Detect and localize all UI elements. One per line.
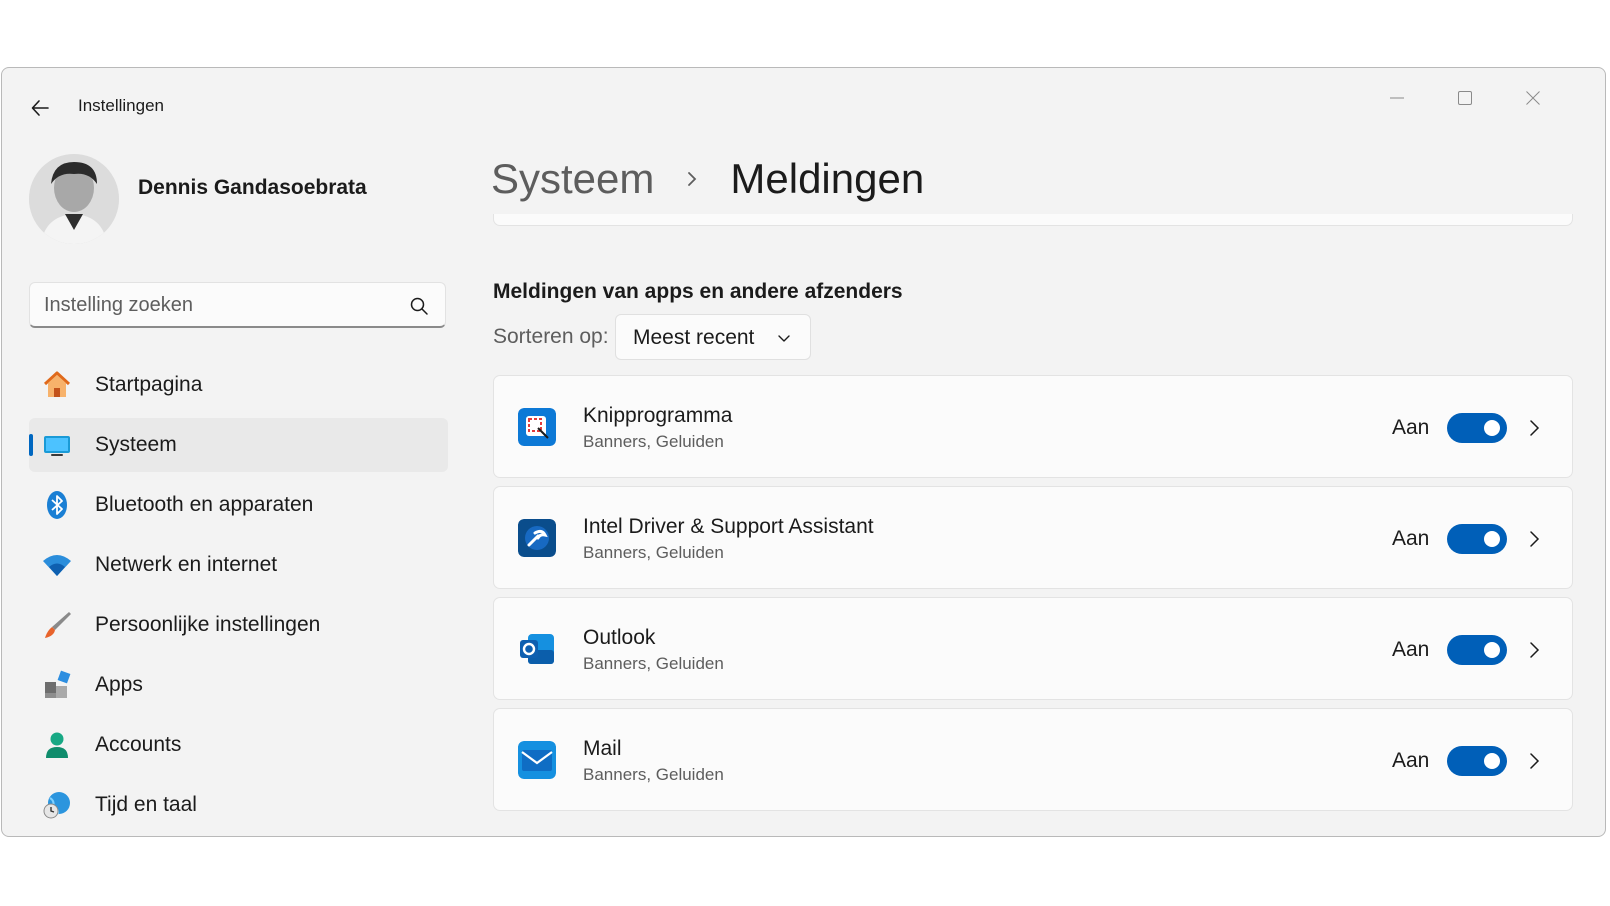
back-button[interactable] — [24, 92, 56, 124]
toggle-knob — [1484, 531, 1500, 547]
breadcrumb-parent[interactable]: Systeem — [491, 155, 654, 203]
chevron-right-icon[interactable] — [1524, 529, 1544, 549]
chevron-right-icon[interactable] — [1524, 751, 1544, 771]
sidebar-item-accounts[interactable]: Accounts — [29, 718, 448, 772]
settings-window: Instellingen Dennis Gandasoebrata Instel… — [1, 67, 1606, 837]
search-icon[interactable] — [409, 296, 429, 316]
chevron-right-icon[interactable] — [1524, 640, 1544, 660]
app-row-knipprogramma[interactable]: Knipprogramma Banners, Geluiden Aan — [493, 375, 1573, 478]
sidebar-item-tijd-taal[interactable]: Tijd en taal — [29, 778, 448, 832]
sidebar-item-label: Accounts — [95, 733, 182, 756]
app-subtitle: Banners, Geluiden — [583, 432, 724, 451]
sidebar-item-label: Apps — [95, 673, 143, 696]
snipping-tool-icon — [518, 408, 556, 446]
app-name: Outlook — [583, 626, 656, 649]
sidebar-item-label: Bluetooth en apparaten — [95, 493, 314, 516]
app-row-mail[interactable]: Mail Banners, Geluiden Aan — [493, 708, 1573, 811]
chevron-right-icon[interactable] — [1524, 418, 1544, 438]
account-icon — [46, 732, 68, 758]
sidebar-item-bluetooth[interactable]: Bluetooth en apparaten — [29, 478, 448, 532]
toggle-state-label: Aan — [1392, 749, 1430, 772]
app-subtitle: Banners, Geluiden — [583, 543, 724, 562]
sidebar-item-persoonlijk[interactable]: Persoonlijke instellingen — [29, 598, 448, 652]
sidebar-item-label: Systeem — [95, 433, 177, 456]
user-name: Dennis Gandasoebrata — [138, 176, 367, 199]
outlook-icon — [520, 634, 554, 664]
section-title: Meldingen van apps en andere afzenders — [493, 280, 903, 303]
title-bar: Instellingen — [2, 68, 1605, 138]
paintbrush-icon — [45, 612, 71, 638]
chevron-down-icon — [778, 335, 790, 342]
system-display-icon — [44, 436, 70, 456]
toggle-knob — [1484, 420, 1500, 436]
app-name: Intel Driver & Support Assistant — [583, 515, 874, 538]
breadcrumb: Systeem Meldingen — [491, 154, 924, 204]
sidebar-item-label: Startpagina — [95, 373, 203, 396]
chevron-right-icon — [672, 159, 712, 199]
sort-dropdown[interactable]: Meest recent — [615, 314, 811, 360]
app-subtitle: Banners, Geluiden — [583, 654, 724, 673]
search-box[interactable] — [29, 282, 446, 328]
toggle-state-label: Aan — [1392, 527, 1430, 550]
sidebar-item-label: Persoonlijke instellingen — [95, 613, 321, 636]
wifi-icon — [43, 555, 71, 576]
sidebar-item-apps[interactable]: Apps — [29, 658, 448, 712]
apps-icon — [45, 670, 71, 698]
close-icon — [1526, 91, 1540, 105]
sort-label: Sorteren op: — [493, 325, 609, 348]
app-notification-list: Knipprogramma Banners, Geluiden Aan Inte… — [493, 375, 1573, 819]
notification-toggle[interactable] — [1447, 524, 1507, 554]
notification-toggle[interactable] — [1447, 413, 1507, 443]
toggle-knob — [1484, 642, 1500, 658]
page-title: Meldingen — [730, 155, 925, 202]
close-button[interactable] — [1510, 82, 1556, 114]
maximize-button[interactable] — [1442, 82, 1488, 114]
app-subtitle: Banners, Geluiden — [583, 765, 724, 784]
app-name: Knipprogramma — [583, 404, 733, 427]
sidebar-item-netwerk[interactable]: Netwerk en internet — [29, 538, 448, 592]
back-arrow-icon — [31, 100, 49, 116]
app-name: Mail — [583, 737, 622, 760]
minimize-button[interactable] — [1374, 82, 1420, 114]
maximize-icon — [1458, 91, 1472, 105]
avatar[interactable] — [29, 154, 119, 244]
sidebar-nav: Startpagina Systeem Bluetooth en apparat… — [29, 358, 448, 836]
sidebar-item-label: Tijd en taal — [95, 793, 197, 816]
previous-card-edge — [493, 214, 1573, 226]
app-row-intel-dsa[interactable]: Intel Driver & Support Assistant Banners… — [493, 486, 1573, 589]
notification-toggle[interactable] — [1447, 635, 1507, 665]
minimize-icon — [1390, 97, 1404, 99]
sidebar-item-systeem[interactable]: Systeem — [29, 418, 448, 472]
search-input[interactable] — [44, 294, 384, 317]
intel-dsa-icon — [518, 519, 556, 557]
notification-toggle[interactable] — [1447, 746, 1507, 776]
bluetooth-icon — [47, 491, 67, 519]
sidebar-item-label: Netwerk en internet — [95, 553, 278, 576]
sort-value: Meest recent — [633, 326, 755, 349]
app-row-outlook[interactable]: Outlook Banners, Geluiden Aan — [493, 597, 1573, 700]
globe-clock-icon — [43, 792, 70, 819]
toggle-state-label: Aan — [1392, 638, 1430, 661]
mail-icon — [518, 741, 556, 779]
toggle-state-label: Aan — [1392, 416, 1430, 439]
sidebar-item-startpagina[interactable]: Startpagina — [29, 358, 448, 412]
toggle-knob — [1484, 753, 1500, 769]
window-title: Instellingen — [78, 96, 165, 115]
home-icon — [43, 371, 71, 397]
user-photo-icon — [29, 154, 119, 244]
